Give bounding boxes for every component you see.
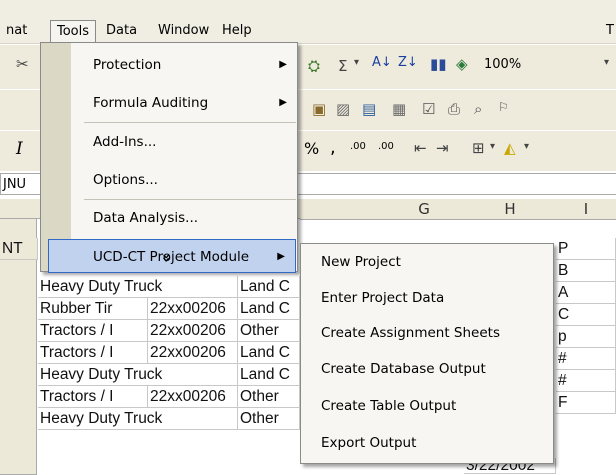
decrease-decimal-button[interactable]: .00	[378, 141, 394, 152]
grid-cell[interactable]: NT	[0, 238, 38, 260]
reply-icon[interactable]: ▣	[312, 100, 326, 118]
fill-color-icon[interactable]: ◭	[504, 139, 516, 157]
submenu-arrow-icon: ▶	[277, 251, 285, 262]
grid-cell[interactable]: #	[556, 370, 616, 392]
grid-cell[interactable]: #	[556, 348, 616, 370]
sort-descending-icon[interactable]: Z↓	[398, 55, 418, 70]
grid-cell[interactable]: Land C	[238, 298, 300, 320]
grid-cell[interactable]: Tractors / I	[38, 386, 148, 408]
grid-cell[interactable]: F	[556, 392, 616, 414]
cut-icon[interactable]: ✂	[16, 55, 29, 73]
expand-menu-chevron-icon[interactable]: »	[158, 248, 174, 268]
menu-item-add-ins[interactable]: Add-Ins...	[41, 125, 297, 159]
grid-cell[interactable]: A	[556, 282, 616, 304]
menu-separator	[84, 199, 296, 200]
column-header-i[interactable]: I	[556, 199, 616, 220]
percent-style-icon[interactable]: %	[304, 139, 319, 158]
zoom-dropdown-icon[interactable]: ▾	[604, 57, 609, 68]
reply-changes-icon[interactable]: ⚐	[498, 100, 509, 114]
zoom-box[interactable]: 100%	[484, 57, 521, 72]
submenu-item-create-database-output[interactable]: Create Database Output	[321, 351, 486, 387]
menu-window[interactable]: Window	[152, 20, 215, 42]
menu-data[interactable]: Data	[100, 20, 143, 42]
chart-wizard-icon[interactable]: ▮▮	[430, 55, 447, 73]
menu-separator	[84, 122, 296, 123]
grid-cell[interactable]: Heavy Duty Truck	[38, 364, 238, 386]
autosum-dropdown-icon[interactable]: ▾	[354, 57, 359, 68]
submenu-item-new-project[interactable]: New Project	[321, 244, 401, 280]
menu-item-label: Options...	[93, 172, 158, 188]
grid-cell[interactable]: Other	[238, 408, 300, 430]
menu-tools[interactable]: Tools	[50, 20, 97, 43]
menu-item-protection[interactable]: Protection ▶	[41, 48, 297, 82]
grid-cell[interactable]: Land C	[238, 364, 300, 386]
column-header-f[interactable]	[300, 199, 385, 220]
grid-cell[interactable]: 22xx00206	[148, 320, 238, 342]
sort-ascending-icon[interactable]: A↓	[372, 55, 392, 70]
grid-cell[interactable]: Other	[238, 386, 300, 408]
grid-cell[interactable]: Land C	[238, 276, 300, 298]
grid-cell[interactable]: C	[556, 304, 616, 326]
menu-help[interactable]: Help	[216, 20, 258, 42]
grid-cell[interactable]: Other	[238, 320, 300, 342]
menu-bar: nat Tools Data Window Help T	[0, 0, 616, 44]
email-icon[interactable]: ▤	[362, 100, 376, 118]
fill-color-dropdown-icon[interactable]: ▾	[524, 141, 529, 152]
drawing-icon[interactable]: ◈	[456, 55, 468, 73]
grid-cell[interactable]: 22xx00206	[148, 386, 238, 408]
grid-cell[interactable]: Rubber Tir	[38, 298, 148, 320]
grid-cell[interactable]: Tractors / I	[38, 320, 148, 342]
grid-cell[interactable]: Heavy Duty Truck	[38, 408, 238, 430]
menu-item-label: Formula Auditing	[93, 95, 209, 111]
grid-cell[interactable]: Tractors / I	[38, 342, 148, 364]
increase-decimal-button[interactable]: .00	[350, 141, 366, 152]
menu-item-label: Data Analysis...	[93, 210, 199, 226]
grid-cell[interactable]: p	[556, 326, 616, 348]
menu-item-data-analysis[interactable]: Data Analysis...	[41, 201, 297, 235]
decrease-indent-icon[interactable]: ⇤	[414, 139, 427, 157]
print-preview-icon[interactable]: ⎙	[448, 100, 460, 118]
column-header-h[interactable]: H	[464, 199, 557, 220]
grid-cell[interactable]: P	[556, 238, 616, 260]
increase-indent-icon[interactable]: ⇥	[436, 139, 449, 157]
borders-dropdown-icon[interactable]: ▾	[490, 141, 495, 152]
grid-cell[interactable]: B	[556, 260, 616, 282]
window-title-fragment: T	[606, 23, 614, 38]
grid-cell[interactable]: 22xx00206	[148, 342, 238, 364]
grid-cell[interactable]: Land C	[238, 342, 300, 364]
submenu-arrow-icon: ▶	[279, 97, 287, 108]
research-icon[interactable]: ⌕	[474, 100, 482, 118]
menu-item-label: Protection	[93, 57, 162, 73]
submenu-item-enter-project-data[interactable]: Enter Project Data	[321, 280, 444, 316]
menu-item-label: Add-Ins...	[93, 134, 157, 150]
borders-icon[interactable]: ⊞	[472, 139, 485, 157]
menu-item-formula-auditing[interactable]: Formula Auditing ▶	[41, 86, 297, 120]
compare-icon[interactable]: ▨	[336, 100, 350, 118]
tools-icon[interactable]: ▦	[392, 100, 406, 118]
menu-format[interactable]: nat	[0, 20, 33, 42]
checkbox-icon[interactable]: ☑	[422, 100, 435, 118]
submenu-arrow-icon: ▶	[279, 59, 287, 70]
submenu-item-create-assignment-sheets[interactable]: Create Assignment Sheets	[321, 315, 500, 351]
menu-item-options[interactable]: Options...	[41, 163, 297, 197]
autosum-icon[interactable]: Σ	[338, 57, 347, 75]
submenu-item-export-output[interactable]: Export Output	[321, 425, 416, 461]
hyperlink-icon[interactable]: ⛭	[308, 57, 320, 75]
column-header-g[interactable]: G	[384, 199, 465, 220]
grid-cell[interactable]: Heavy Duty Truck	[38, 276, 238, 298]
italic-button[interactable]: I	[16, 139, 23, 159]
comma-style-button[interactable]: ,	[330, 137, 336, 158]
submenu-item-create-table-output[interactable]: Create Table Output	[321, 388, 456, 424]
grid-cell[interactable]: 22xx00206	[148, 298, 238, 320]
